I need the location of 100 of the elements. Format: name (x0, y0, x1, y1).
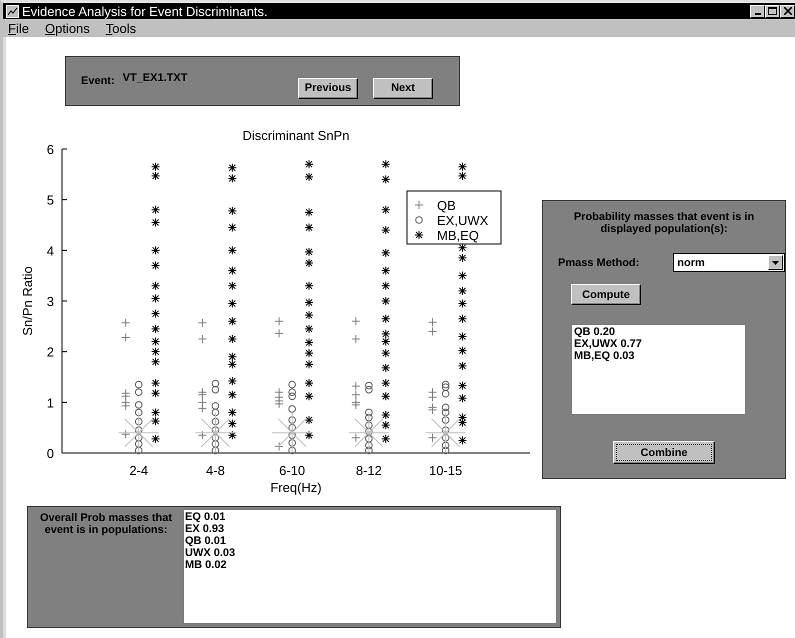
plus-marker (121, 392, 130, 401)
plus-marker (198, 404, 207, 413)
asterisk-marker (151, 408, 160, 417)
asterisk-marker (151, 388, 160, 398)
asterisk-marker (381, 348, 390, 358)
plus-marker (198, 430, 207, 440)
asterisk-marker (381, 205, 390, 214)
asterisk-marker (304, 247, 314, 256)
x-tick-label: 4-8 (206, 463, 225, 478)
asterisk-marker (151, 218, 160, 227)
x-tick-label: 2-4 (129, 463, 148, 478)
event-marker (118, 412, 160, 454)
plus-marker (351, 334, 360, 344)
asterisk-marker (381, 329, 390, 338)
plus-marker (428, 405, 438, 414)
plus-marker (428, 392, 438, 402)
legend-label: QB (437, 198, 456, 213)
x-axis-label: Freq(Hz) (270, 480, 322, 495)
asterisk-marker (381, 160, 390, 169)
asterisk-marker (228, 376, 237, 386)
asterisk-marker (458, 361, 467, 370)
asterisk-marker (151, 347, 160, 356)
asterisk-marker (458, 346, 467, 356)
x-tick-label: 6-10 (279, 463, 306, 478)
asterisk-marker (151, 205, 160, 214)
asterisk-marker (228, 266, 237, 276)
y-tick-label: 1 (46, 395, 54, 410)
asterisk-marker (151, 378, 160, 388)
asterisk-marker (381, 434, 390, 444)
asterisk-marker (458, 381, 467, 390)
asterisk-marker (304, 223, 314, 232)
menu-item[interactable]: Options (44, 20, 90, 36)
asterisk-marker (381, 420, 390, 430)
menu-item[interactable]: File (8, 20, 29, 36)
asterisk-marker (228, 430, 237, 440)
plus-marker (121, 430, 130, 439)
window-title: Evidence Analysis for Event Discriminants. (22, 4, 269, 18)
asterisk-marker (381, 296, 390, 306)
maximize-button[interactable] (765, 4, 780, 18)
asterisk-marker (304, 416, 314, 425)
asterisk-marker (228, 174, 237, 183)
asterisk-marker (381, 266, 390, 276)
plus-marker (121, 332, 130, 342)
menu-item[interactable]: Tools (106, 20, 136, 36)
asterisk-marker (304, 281, 314, 290)
asterisk-marker (228, 163, 237, 172)
asterisk-marker (381, 174, 390, 184)
asterisk-marker (458, 243, 467, 252)
asterisk-marker (304, 338, 314, 348)
y-tick-label: 4 (46, 243, 54, 258)
asterisk-marker (304, 208, 314, 217)
asterisk-marker (458, 162, 467, 172)
y-axis-label: Sn/Pn Ratio (20, 266, 35, 336)
event-marker (348, 412, 390, 454)
asterisk-marker (458, 253, 467, 262)
asterisk-marker (151, 357, 160, 366)
asterisk-marker (381, 226, 390, 235)
asterisk-marker (458, 314, 467, 324)
asterisk-marker (228, 352, 237, 362)
panel-heading: Probability masses that event is in displayed population(s): (572, 211, 756, 235)
plus-marker (428, 433, 438, 442)
result-line: QB 0.20 (574, 326, 616, 338)
method-label: Pmass Method: (558, 256, 640, 268)
asterisk-marker (228, 299, 237, 308)
asterisk-marker (458, 436, 467, 445)
asterisk-marker (304, 298, 314, 308)
asterisk-marker (151, 434, 160, 444)
asterisk-marker (151, 416, 160, 426)
asterisk-marker (151, 281, 160, 290)
minimize-button[interactable] (750, 4, 765, 18)
y-tick-label: 3 (46, 294, 54, 309)
result-line: QB 0.01 (185, 535, 227, 547)
asterisk-marker (228, 334, 237, 344)
plus-marker (351, 400, 360, 410)
close-button[interactable] (780, 4, 795, 18)
asterisk-marker (304, 348, 314, 358)
plus-marker (274, 316, 284, 326)
asterisk-marker (228, 390, 237, 400)
event-file-field[interactable]: VT_EX1.TXT (122, 72, 188, 84)
asterisk-marker (304, 392, 314, 401)
y-tick-label: 0 (46, 446, 54, 461)
y-tick-label: 5 (46, 192, 54, 208)
combine-button[interactable]: Combine (613, 441, 715, 464)
y-tick-label: 6 (46, 142, 54, 157)
plus-marker (274, 399, 284, 408)
plus-marker (198, 398, 207, 407)
plus-marker (428, 326, 438, 336)
plus-marker (274, 328, 284, 338)
asterisk-marker (228, 206, 237, 216)
method-dropdown[interactable]: norm (673, 253, 785, 272)
nav-button[interactable]: Previous (298, 78, 358, 98)
y-tick-label: 2 (46, 344, 54, 360)
compute-button[interactable]: Compute (571, 284, 641, 305)
asterisk-marker (381, 337, 390, 346)
result-line: EX 0.93 (185, 523, 226, 535)
asterisk-marker (304, 360, 314, 369)
asterisk-marker (228, 246, 237, 255)
nav-button[interactable]: Next (373, 78, 433, 98)
asterisk-marker (304, 430, 314, 440)
plus-marker (274, 442, 284, 451)
